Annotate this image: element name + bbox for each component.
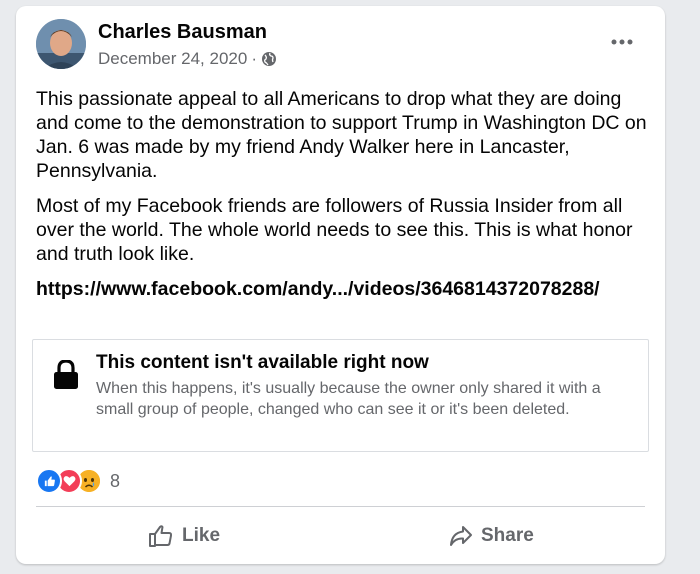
like-label: Like [182,525,221,546]
share-button[interactable]: Share [449,521,534,551]
post-paragraph: Most of my Facebook friends are follower… [36,195,633,265]
author-name[interactable]: Charles Bausman [98,21,267,44]
unavailable-title: This content isn't available right now [96,352,429,373]
avatar-image [36,19,86,69]
like-icon [36,468,62,494]
lock-icon [53,359,79,390]
share-icon [450,526,472,546]
post-card: Charles Bausman December 24, 2020 · This… [16,6,665,564]
more-options-icon[interactable] [607,32,637,52]
like-button[interactable]: Like [148,521,220,551]
meta-separator: · [251,49,257,68]
post-meta: December 24, 2020 · [98,49,277,69]
globe-icon[interactable] [261,51,277,67]
unavailable-content-box: This content isn't available right now W… [32,339,649,452]
post-paragraph: This passionate appeal to all Americans … [36,88,647,182]
avatar[interactable] [36,19,86,69]
divider [36,506,645,507]
post-link[interactable]: https://www.facebook.com/andy.../videos/… [36,277,648,301]
post-date[interactable]: December 24, 2020 [98,49,247,69]
unavailable-description: When this happens, it's usually because … [96,380,601,418]
like-icon [149,525,173,547]
share-label: Share [481,525,534,546]
reactions-summary[interactable]: 8 [36,468,120,494]
post-text: This passionate appeal to all Americans … [36,87,648,277]
reaction-count[interactable]: 8 [110,471,120,492]
